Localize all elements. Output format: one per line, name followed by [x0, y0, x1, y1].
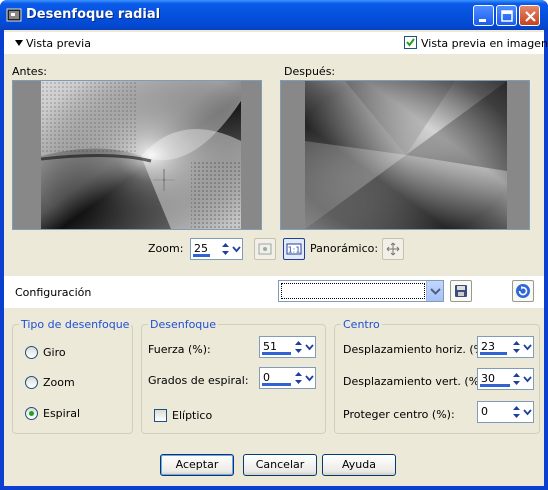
chevron-down-icon	[430, 288, 441, 295]
spinner-up-down-icon[interactable]	[511, 369, 522, 389]
chevron-down-icon[interactable]	[522, 369, 533, 389]
chevron-down-icon[interactable]	[304, 368, 315, 388]
preset-focus-rect	[281, 283, 425, 299]
zoom-actual-size-button[interactable]: 1:1	[283, 238, 305, 260]
move-arrows-icon	[386, 242, 400, 256]
blur-type-group: Tipo de desenfoque Giro Zoom Espiral	[12, 318, 133, 434]
blur-title: Desenfoque	[148, 318, 219, 331]
elliptic-label[interactable]: Elíptico	[172, 409, 212, 422]
dialog-client: Vista previa Vista previa en imagen Ante…	[4, 30, 548, 486]
after-image	[305, 81, 507, 229]
blur-group: Desenfoque Fuerza (%): 51 Grados de espi…	[141, 318, 326, 434]
reset-icon	[516, 284, 530, 298]
save-icon	[455, 285, 467, 297]
preset-dropdown-button[interactable]	[426, 281, 443, 301]
close-icon	[525, 11, 536, 22]
minimize-button[interactable]	[473, 5, 494, 26]
spinner-up-down-icon[interactable]	[220, 239, 231, 259]
preview-in-image-label: Vista previa en imagen	[421, 37, 548, 50]
before-image	[41, 81, 241, 229]
actual-size-icon: 1:1	[286, 243, 302, 255]
strength-label: Fuerza (%):	[148, 343, 211, 356]
center-group: Centro Desplazamiento horiz. (%): 23 Des…	[334, 318, 540, 434]
zoom-label: Zoom:	[148, 242, 184, 255]
protect-center-spinner[interactable]: 0	[477, 401, 534, 423]
close-button[interactable]	[519, 5, 540, 26]
fit-window-icon	[258, 243, 272, 255]
v-offset-bar	[480, 384, 510, 387]
strength-spinner[interactable]: 51	[259, 336, 316, 358]
minimize-icon	[479, 19, 486, 22]
preset-dropdown[interactable]	[278, 280, 444, 302]
radio-giro[interactable]	[25, 346, 38, 359]
panoramic-label: Panorámico:	[310, 242, 379, 255]
protect-center-value[interactable]: 0	[481, 405, 488, 418]
radio-espiral[interactable]	[25, 407, 38, 420]
h-offset-spinner[interactable]: 23	[477, 336, 534, 358]
h-offset-label: Desplazamiento horiz. (%):	[343, 343, 493, 356]
elliptic-checkbox[interactable]	[154, 409, 167, 422]
chevron-down-icon[interactable]	[231, 239, 242, 259]
radio-zoom-label[interactable]: Zoom	[43, 376, 75, 389]
spiral-degrees-bar	[262, 383, 291, 386]
h-offset-bar	[480, 352, 507, 355]
maximize-icon	[501, 10, 513, 22]
checkmark-icon	[406, 38, 415, 47]
protect-center-label: Proteger centro (%):	[343, 408, 455, 421]
spinner-up-down-icon[interactable]	[511, 337, 522, 357]
help-button[interactable]: Ayuda	[322, 454, 396, 476]
preview-in-image-checkbox[interactable]	[404, 36, 417, 49]
spiral-degrees-label: Grados de espiral:	[148, 374, 249, 387]
radio-espiral-label[interactable]: Espiral	[43, 407, 80, 420]
save-preset-button[interactable]	[450, 280, 472, 302]
reset-button[interactable]	[512, 280, 534, 302]
after-label: Después:	[284, 65, 336, 78]
radio-giro-label[interactable]: Giro	[43, 346, 66, 359]
zoom-bar	[193, 254, 210, 257]
spinner-up-down-icon[interactable]	[293, 368, 304, 388]
chevron-down-icon[interactable]	[522, 337, 533, 357]
maximize-button[interactable]	[496, 5, 517, 26]
chevron-down-icon[interactable]	[522, 402, 533, 422]
config-label: Configuración	[15, 286, 92, 299]
dialog-window: Desenfoque radial Vista previa Vista pre…	[0, 0, 548, 490]
v-offset-label: Desplazamiento vert. (%):	[343, 375, 488, 388]
radio-selected-dot	[29, 411, 34, 416]
spiral-degrees-spinner[interactable]: 0	[259, 367, 316, 389]
after-preview[interactable]	[280, 80, 530, 230]
zoom-spinner[interactable]: 25	[190, 238, 243, 260]
center-title: Centro	[341, 318, 382, 331]
app-icon	[6, 8, 22, 22]
before-preview[interactable]	[12, 80, 262, 230]
blur-type-title: Tipo de desenfoque	[19, 318, 132, 331]
before-label: Antes:	[12, 65, 48, 78]
strength-bar	[262, 352, 291, 355]
spinner-up-down-icon[interactable]	[293, 337, 304, 357]
pan-button[interactable]	[382, 238, 404, 260]
title-bar[interactable]: Desenfoque radial	[0, 0, 548, 30]
chevron-down-icon[interactable]	[304, 337, 315, 357]
window-title: Desenfoque radial	[26, 7, 161, 22]
svg-text:1:1: 1:1	[288, 246, 301, 255]
zoom-fit-button[interactable]	[254, 238, 276, 260]
collapse-arrow-icon[interactable]	[15, 40, 24, 47]
preview-toggle-label[interactable]: Vista previa	[26, 37, 91, 50]
spinner-up-down-icon[interactable]	[511, 402, 522, 422]
ok-button[interactable]: Aceptar	[160, 454, 234, 476]
radio-zoom[interactable]	[25, 376, 38, 389]
v-offset-spinner[interactable]: 30	[477, 368, 534, 390]
cancel-button[interactable]: Cancelar	[243, 454, 317, 476]
